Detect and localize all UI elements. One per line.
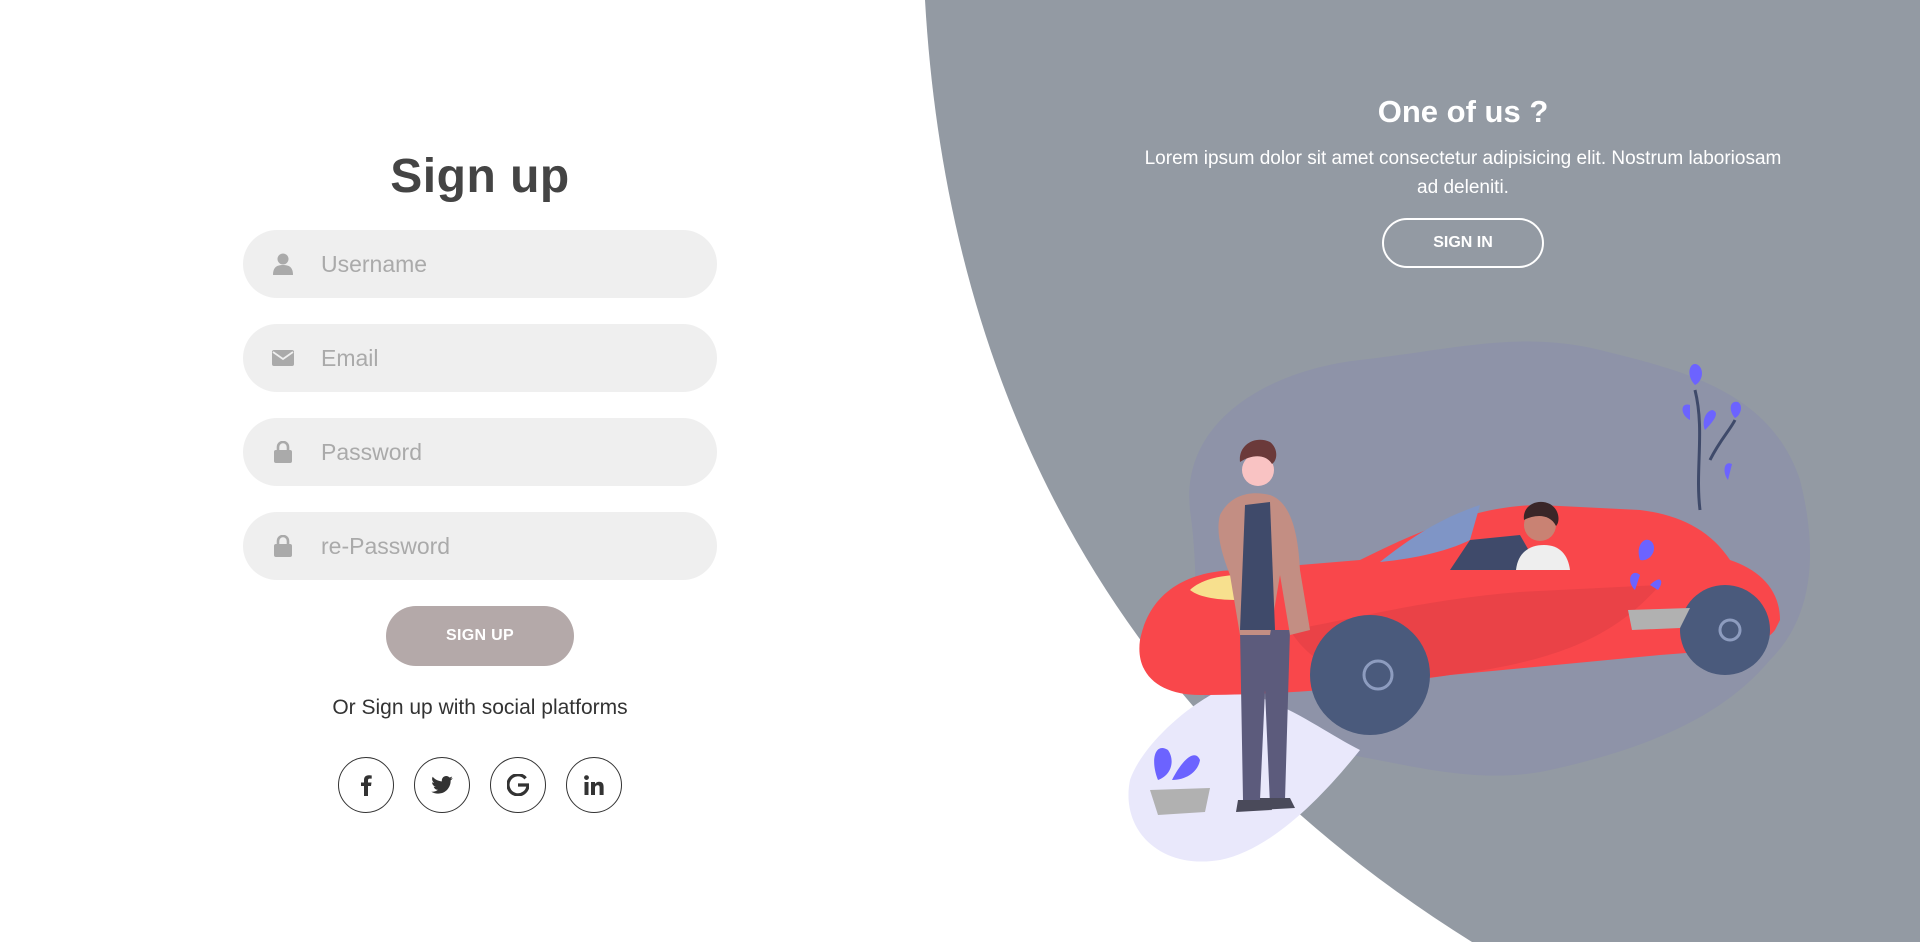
password-input[interactable] [319, 437, 683, 467]
repassword-field[interactable] [243, 512, 717, 580]
social-text: Or Sign up with social platforms [332, 696, 628, 719]
signin-panel: One of us ? Lorem ipsum dolor sit amet c… [1140, 90, 1786, 268]
google-icon [507, 774, 529, 796]
twitter-button[interactable] [414, 757, 470, 813]
repassword-input[interactable] [319, 531, 683, 561]
lock-icon [271, 534, 295, 558]
panel-text: Lorem ipsum dolor sit amet consectetur a… [1144, 148, 1782, 198]
twitter-icon [431, 776, 453, 794]
rear-wheel [1680, 585, 1770, 675]
field-list [243, 230, 717, 580]
form-title: Sign up [390, 150, 570, 203]
front-wheel [1310, 615, 1430, 735]
signup-page: Sign up Username Email SIGN UP Or Sign u… [0, 0, 1920, 942]
password-field[interactable] [243, 418, 717, 486]
username-field[interactable] [243, 230, 717, 298]
person-shirt [1240, 502, 1275, 630]
email-input[interactable] [319, 343, 683, 373]
username-input[interactable] [319, 249, 683, 279]
facebook-icon [360, 774, 372, 796]
envelope-icon [271, 346, 295, 370]
car-illustration [1128, 341, 1810, 862]
user-icon [271, 252, 295, 276]
facebook-button[interactable] [338, 757, 394, 813]
signin-button[interactable]: SIGN IN [1382, 218, 1544, 268]
google-button[interactable] [490, 757, 546, 813]
signup-button[interactable]: SIGN UP [386, 606, 574, 666]
panel-title: One of us ? [1377, 94, 1549, 129]
email-field[interactable] [243, 324, 717, 392]
linkedin-button[interactable] [566, 757, 622, 813]
signup-form: Sign up Username Email SIGN UP Or Sign u… [243, 0, 717, 813]
linkedin-icon [584, 775, 604, 795]
plant-pot-front [1150, 788, 1210, 815]
social-row [338, 757, 622, 813]
lock-icon [271, 440, 295, 464]
